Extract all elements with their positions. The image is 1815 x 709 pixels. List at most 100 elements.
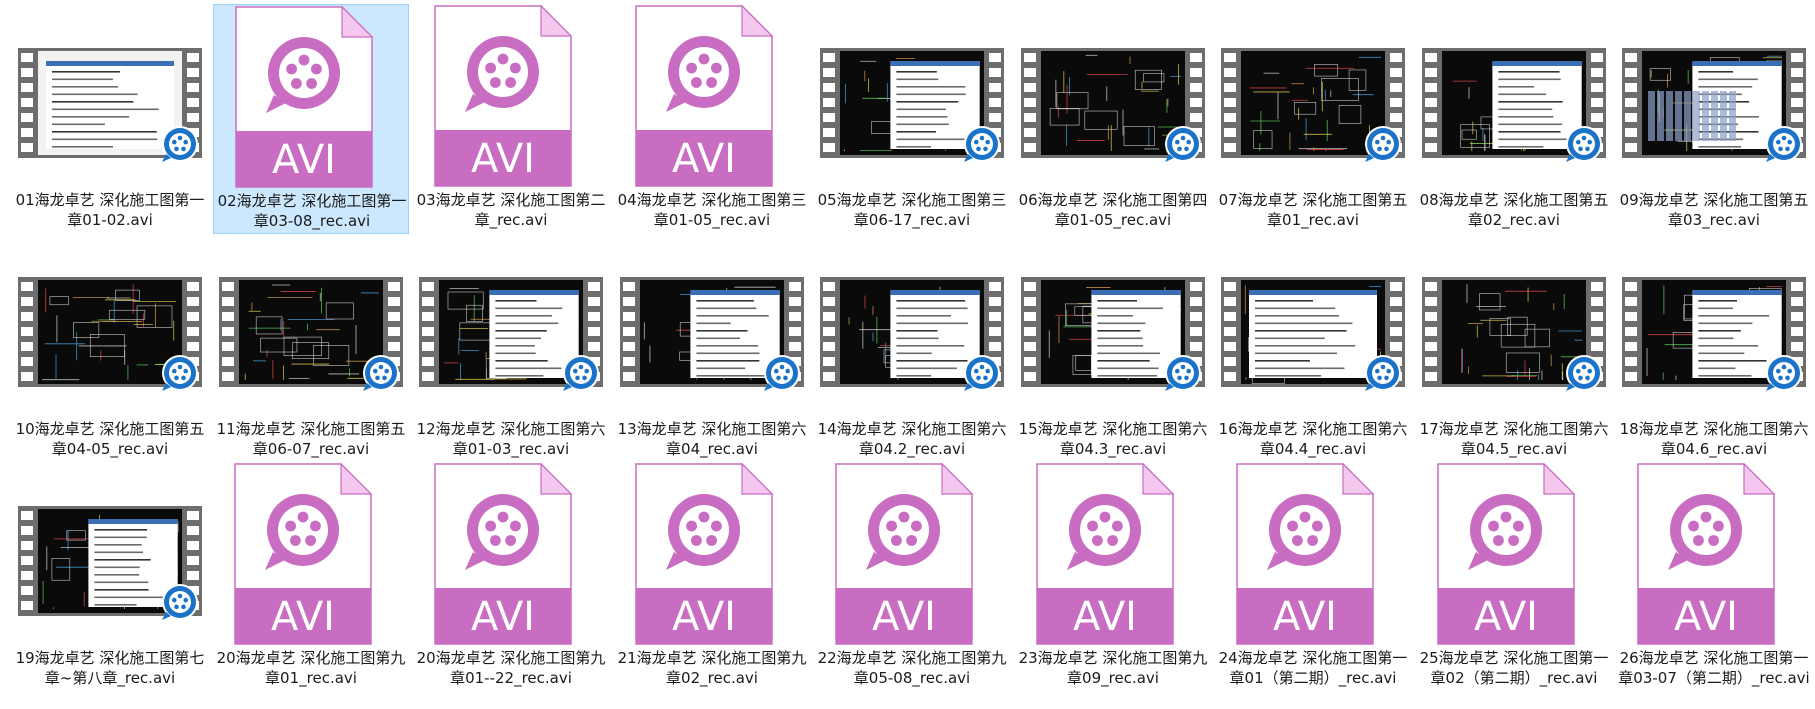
file-item[interactable]: AVI 20海龙卓艺 深化施工图第九章01_rec.avi <box>213 462 409 692</box>
video-file-thumbnail[interactable] <box>1015 233 1211 417</box>
video-file-thumbnail[interactable] <box>1616 233 1812 417</box>
video-file-thumbnail[interactable] <box>614 233 810 417</box>
avi-icon-label: AVI <box>272 137 336 183</box>
file-name-label[interactable]: 13海龙卓艺 深化施工图第六章04_rec.avi <box>616 419 808 459</box>
file-name-label[interactable]: 22海龙卓艺 深化施工图第九章05-08_rec.avi <box>816 648 1008 688</box>
video-frame <box>1241 51 1385 155</box>
file-name-label[interactable]: 07海龙卓艺 深化施工图第五章01_rec.avi <box>1217 190 1409 230</box>
file-item[interactable]: 07海龙卓艺 深化施工图第五章01_rec.avi <box>1215 4 1411 234</box>
file-item[interactable]: AVI 03海龙卓艺 深化施工图第二章_rec.avi <box>413 4 609 234</box>
player-badge-icon <box>764 355 800 391</box>
file-item[interactable]: 09海龙卓艺 深化施工图第五章03_rec.avi <box>1616 4 1812 234</box>
file-name-label[interactable]: 10海龙卓艺 深化施工图第五章04-05_rec.avi <box>14 419 206 459</box>
player-badge-icon <box>1365 355 1401 391</box>
video-file-thumbnail[interactable] <box>12 4 208 188</box>
file-name-label[interactable]: 24海龙卓艺 深化施工图第一章01（第二期）_rec.avi <box>1217 648 1409 688</box>
file-name-label[interactable]: 05海龙卓艺 深化施工图第三章06-17_rec.avi <box>816 190 1008 230</box>
avi-icon-label: AVI <box>672 594 736 640</box>
avi-file-icon: AVI <box>1236 462 1375 645</box>
video-file-thumbnail[interactable] <box>1015 4 1211 188</box>
player-badge-icon <box>1165 126 1201 162</box>
file-name-label[interactable]: 11海龙卓艺 深化施工图第五章06-07_rec.avi <box>215 419 407 459</box>
avi-file-thumbnail[interactable]: AVI <box>413 462 609 646</box>
avi-file-thumbnail[interactable]: AVI <box>614 462 810 646</box>
avi-file-thumbnail[interactable]: AVI <box>1015 462 1211 646</box>
file-name-label[interactable]: 20海龙卓艺 深化施工图第九章01_rec.avi <box>215 648 407 688</box>
file-item[interactable]: AVI 20海龙卓艺 深化施工图第九章01--22_rec.avi <box>413 462 609 692</box>
file-item[interactable]: AVI 26海龙卓艺 深化施工图第一章03-07（第二期）_rec.avi <box>1616 462 1812 692</box>
file-item[interactable]: AVI 21海龙卓艺 深化施工图第九章02_rec.avi <box>614 462 810 692</box>
file-item[interactable]: 01海龙卓艺 深化施工图第一章01-02.avi <box>12 4 208 234</box>
file-name-label[interactable]: 18海龙卓艺 深化施工图第六章04.6_rec.avi <box>1618 419 1810 459</box>
file-item[interactable]: 17海龙卓艺 深化施工图第六章04.5_rec.avi <box>1416 233 1612 463</box>
avi-file-thumbnail[interactable]: AVI <box>614 4 810 188</box>
file-item[interactable]: 14海龙卓艺 深化施工图第六章04.2_rec.avi <box>814 233 1010 463</box>
avi-file-thumbnail[interactable]: AVI <box>1416 462 1612 646</box>
avi-file-thumbnail[interactable]: AVI <box>1215 462 1411 646</box>
player-badge-icon <box>1566 355 1602 391</box>
file-name-label[interactable]: 03海龙卓艺 深化施工图第二章_rec.avi <box>415 190 607 230</box>
avi-file-thumbnail[interactable]: AVI <box>1616 462 1812 646</box>
file-item[interactable]: AVI 23海龙卓艺 深化施工图第九章09_rec.avi <box>1015 462 1211 692</box>
video-file-thumbnail[interactable] <box>413 233 609 417</box>
video-file-thumbnail[interactable] <box>1215 4 1411 188</box>
file-item[interactable]: 19海龙卓艺 深化施工图第七章~第八章_rec.avi <box>12 462 208 692</box>
file-item[interactable]: 15海龙卓艺 深化施工图第六章04.3_rec.avi <box>1015 233 1211 463</box>
file-name-label[interactable]: 19海龙卓艺 深化施工图第七章~第八章_rec.avi <box>14 648 206 688</box>
file-name-label[interactable]: 04海龙卓艺 深化施工图第三章01-05_rec.avi <box>616 190 808 230</box>
file-item[interactable]: 12海龙卓艺 深化施工图第六章01-03_rec.avi <box>413 233 609 463</box>
file-name-label[interactable]: 16海龙卓艺 深化施工图第六章04.4_rec.avi <box>1217 419 1409 459</box>
file-item[interactable]: 06海龙卓艺 深化施工图第四章01-05_rec.avi <box>1015 4 1211 234</box>
video-file-thumbnail[interactable] <box>1416 4 1612 188</box>
file-name-label[interactable]: 25海龙卓艺 深化施工图第一章02（第二期）_rec.avi <box>1418 648 1610 688</box>
avi-file-thumbnail[interactable]: AVI <box>814 462 1010 646</box>
file-item[interactable]: AVI 25海龙卓艺 深化施工图第一章02（第二期）_rec.avi <box>1416 462 1612 692</box>
video-file-thumbnail[interactable] <box>213 233 409 417</box>
file-name-label[interactable]: 17海龙卓艺 深化施工图第六章04.5_rec.avi <box>1418 419 1610 459</box>
video-file-thumbnail[interactable] <box>1215 233 1411 417</box>
file-item[interactable]: 13海龙卓艺 深化施工图第六章04_rec.avi <box>614 233 810 463</box>
video-frame <box>38 509 182 613</box>
avi-icon-label: AVI <box>1273 594 1337 640</box>
avi-file-icon: AVI <box>235 5 374 188</box>
video-frame <box>840 51 984 155</box>
video-file-thumbnail[interactable] <box>814 4 1010 188</box>
file-name-label[interactable]: 01海龙卓艺 深化施工图第一章01-02.avi <box>14 190 206 230</box>
avi-icon-label: AVI <box>271 594 335 640</box>
file-item[interactable]: 18海龙卓艺 深化施工图第六章04.6_rec.avi <box>1616 233 1812 463</box>
video-file-thumbnail[interactable] <box>1416 233 1612 417</box>
file-name-label[interactable]: 15海龙卓艺 深化施工图第六章04.3_rec.avi <box>1017 419 1209 459</box>
video-frame <box>1642 280 1786 384</box>
video-file-thumbnail[interactable] <box>12 233 208 417</box>
video-file-thumbnail[interactable] <box>814 233 1010 417</box>
video-file-thumbnail[interactable] <box>1616 4 1812 188</box>
file-item[interactable]: AVI 24海龙卓艺 深化施工图第一章01（第二期）_rec.avi <box>1215 462 1411 692</box>
player-badge-icon <box>1365 126 1401 162</box>
file-name-label[interactable]: 26海龙卓艺 深化施工图第一章03-07（第二期）_rec.avi <box>1618 648 1810 688</box>
file-item[interactable]: 05海龙卓艺 深化施工图第三章06-17_rec.avi <box>814 4 1010 234</box>
file-name-label[interactable]: 09海龙卓艺 深化施工图第五章03_rec.avi <box>1618 190 1810 230</box>
file-item[interactable]: AVI 04海龙卓艺 深化施工图第三章01-05_rec.avi <box>614 4 810 234</box>
file-name-label[interactable]: 20海龙卓艺 深化施工图第九章01--22_rec.avi <box>415 648 607 688</box>
video-frame <box>1041 280 1185 384</box>
avi-file-thumbnail[interactable]: AVI <box>213 462 409 646</box>
file-item[interactable]: 16海龙卓艺 深化施工图第六章04.4_rec.avi <box>1215 233 1411 463</box>
file-name-label[interactable]: 23海龙卓艺 深化施工图第九章09_rec.avi <box>1017 648 1209 688</box>
avi-file-thumbnail[interactable]: AVI <box>413 4 609 188</box>
file-item[interactable]: AVI 02海龙卓艺 深化施工图第一章03-08_rec.avi <box>213 4 409 234</box>
file-item[interactable]: 08海龙卓艺 深化施工图第五章02_rec.avi <box>1416 4 1612 234</box>
file-name-label[interactable]: 21海龙卓艺 深化施工图第九章02_rec.avi <box>616 648 808 688</box>
avi-file-icon: AVI <box>835 462 974 645</box>
file-name-label[interactable]: 12海龙卓艺 深化施工图第六章01-03_rec.avi <box>415 419 607 459</box>
avi-file-thumbnail[interactable]: AVI <box>214 5 410 189</box>
file-item[interactable]: 11海龙卓艺 深化施工图第五章06-07_rec.avi <box>213 233 409 463</box>
file-name-label[interactable]: 06海龙卓艺 深化施工图第四章01-05_rec.avi <box>1017 190 1209 230</box>
video-file-thumbnail[interactable] <box>12 462 208 646</box>
file-name-label[interactable]: 14海龙卓艺 深化施工图第六章04.2_rec.avi <box>816 419 1008 459</box>
file-name-label[interactable]: 08海龙卓艺 深化施工图第五章02_rec.avi <box>1418 190 1610 230</box>
avi-file-icon: AVI <box>1437 462 1576 645</box>
file-item[interactable]: AVI 22海龙卓艺 深化施工图第九章05-08_rec.avi <box>814 462 1010 692</box>
file-item[interactable]: 10海龙卓艺 深化施工图第五章04-05_rec.avi <box>12 233 208 463</box>
video-frame <box>640 280 784 384</box>
file-name-label[interactable]: 02海龙卓艺 深化施工图第一章03-08_rec.avi <box>216 191 408 231</box>
